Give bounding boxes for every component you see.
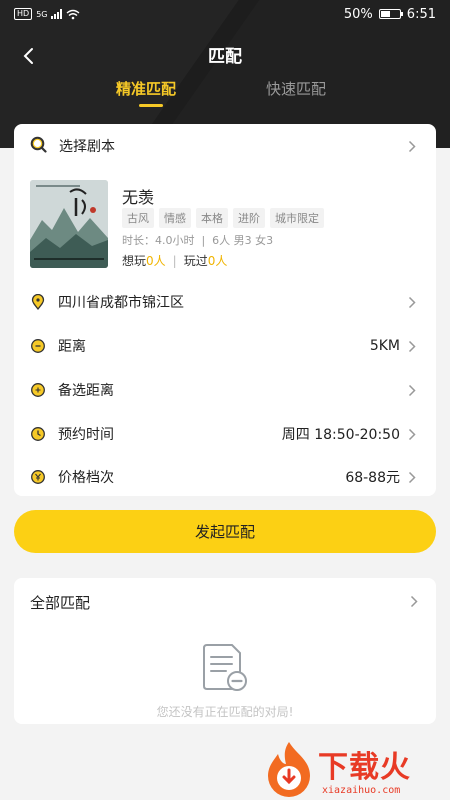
played-count: 0人	[207, 254, 228, 268]
distance-icon	[30, 338, 46, 354]
distance-row[interactable]: 距离 5KM	[14, 334, 436, 358]
distance-value: 5KM	[369, 338, 400, 354]
chevron-right-icon	[408, 383, 418, 397]
battery-percent: 50%	[343, 6, 373, 22]
chevron-right-icon	[408, 427, 418, 441]
time-row[interactable]: 预约时间 周四 18:50-20:50	[14, 422, 436, 446]
tag: 古风	[122, 208, 154, 228]
watermark-text: 下载火	[318, 750, 411, 785]
tag: 本格	[196, 208, 228, 228]
distance-label: 距离	[58, 339, 86, 355]
want-label: 想玩	[122, 254, 147, 268]
select-script-label: 选择剧本	[59, 139, 115, 155]
wifi-icon	[67, 9, 80, 19]
tab-precise-match[interactable]: 精准匹配	[116, 78, 176, 99]
time-label: 预约时间	[58, 427, 114, 443]
price-label: 价格档次	[58, 470, 114, 486]
tab-bar: 精准匹配 快速匹配	[0, 78, 450, 118]
price-row[interactable]: 价格档次 68-88元	[14, 465, 436, 489]
location-label: 四川省成都市锦江区	[58, 295, 184, 311]
status-bar: HD 5G 50% 6:51	[0, 0, 450, 28]
chevron-right-icon	[410, 593, 418, 612]
watermark-url: xiazaihuo.com	[322, 785, 401, 796]
chevron-left-icon[interactable]	[14, 42, 42, 70]
alt-distance-row[interactable]: 备选距离	[14, 378, 436, 402]
page-title: 匹配	[208, 46, 242, 67]
network-type: 5G	[36, 9, 48, 19]
fire-logo-icon	[268, 742, 310, 797]
tag: 城市限定	[270, 208, 324, 228]
location-row[interactable]: 四川省成都市锦江区	[14, 290, 436, 314]
all-matches-title: 全部匹配	[30, 593, 91, 612]
chevron-right-icon	[408, 295, 418, 309]
signal-icon	[51, 9, 63, 19]
empty-document-icon	[198, 642, 250, 698]
chevron-right-icon	[408, 339, 418, 353]
all-matches-header[interactable]: 全部匹配	[14, 588, 436, 616]
chevron-right-icon	[408, 139, 418, 153]
want-count: 0人	[146, 254, 166, 268]
script-counts: 想玩0人 | 玩过0人	[122, 254, 228, 268]
script-meta: 时长：4.0小时 | 6人 男3 女3	[122, 234, 274, 247]
clock-icon	[30, 426, 46, 442]
script-tags: 古风 情感 本格 进阶 城市限定	[122, 208, 324, 228]
script-info[interactable]: 无羡 古风 情感 本格 进阶 城市限定 时长：4.0小时 | 6人 男3 女3 …	[30, 180, 420, 270]
clock: 6:51	[406, 6, 436, 22]
tag: 进阶	[233, 208, 265, 228]
tag: 情感	[159, 208, 191, 228]
script-cover-image	[30, 180, 108, 268]
tab-underline	[139, 104, 163, 107]
price-value: 68-88元	[345, 470, 400, 486]
location-pin-icon	[30, 294, 46, 310]
select-script-row[interactable]: 选择剧本	[14, 132, 436, 160]
time-value: 周四 18:50-20:50	[281, 427, 400, 443]
script-title: 无羡	[122, 188, 155, 207]
nav-bar: 匹配	[0, 36, 450, 72]
alt-distance-label: 备选距离	[58, 383, 114, 399]
watermark: 下载火 xiazaihuo.com	[262, 740, 450, 800]
match-form-card: 选择剧本 无羡 古风 情感 本格 进阶 城市限定 时长：4.0小时 | 6人 男…	[14, 124, 436, 496]
battery-icon	[378, 9, 403, 19]
hd-badge: HD	[14, 8, 33, 20]
price-icon	[30, 469, 46, 485]
alt-distance-icon	[30, 382, 46, 398]
start-match-button[interactable]: 发起匹配	[14, 510, 436, 553]
played-label: 玩过	[183, 254, 208, 268]
all-matches-card: 全部匹配 您还没有正在匹配的对局!	[14, 578, 436, 724]
search-icon	[30, 136, 47, 157]
empty-state-text: 您还没有正在匹配的对局!	[156, 705, 294, 719]
tab-quick-match[interactable]: 快速匹配	[266, 78, 326, 99]
chevron-right-icon	[408, 470, 418, 484]
